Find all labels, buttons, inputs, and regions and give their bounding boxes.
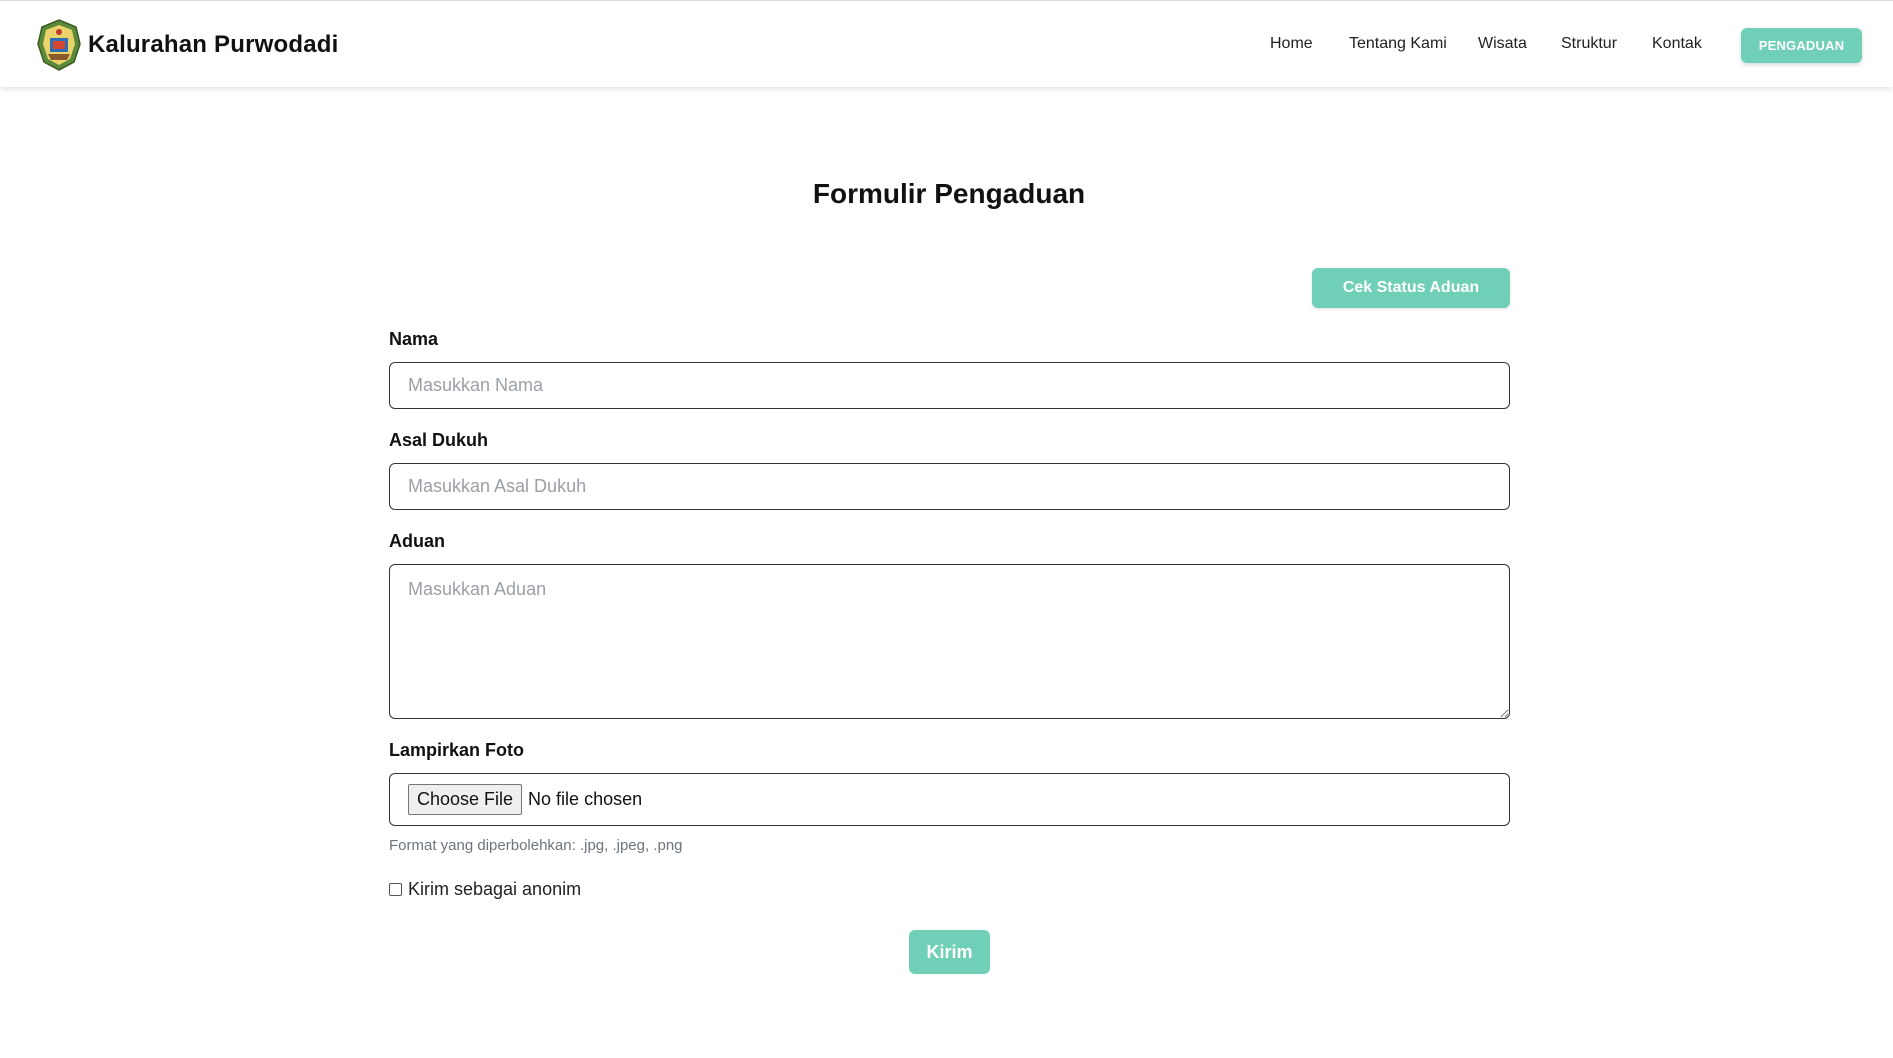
nama-input[interactable]: [389, 362, 1510, 409]
pengaduan-button[interactable]: PENGADUAN: [1741, 28, 1862, 63]
nama-label: Nama: [389, 329, 439, 349]
page-title: Formulir Pengaduan: [812, 178, 1086, 209]
choose-file-button[interactable]: Choose File: [408, 784, 523, 815]
navbar: Kalurahan Purwodadi Home Tentang Kami Wi…: [0, 0, 1893, 87]
file-format-help: Format yang diperbolehkan: .jpg, .jpeg, …: [389, 837, 683, 854]
aduan-label: Aduan: [389, 531, 445, 551]
brand-name: Kalurahan Purwodadi: [88, 31, 339, 58]
nav-tentang-kami[interactable]: Tentang Kami: [1349, 35, 1447, 53]
anonymous-option[interactable]: Kirim sebagai anonim: [389, 879, 581, 900]
nav-home[interactable]: Home: [1270, 35, 1313, 53]
nav-struktur[interactable]: Struktur: [1561, 35, 1617, 53]
nav-wisata[interactable]: Wisata: [1478, 35, 1527, 53]
file-input[interactable]: Choose File No file chosen: [389, 773, 1510, 826]
foto-label: Lampirkan Foto: [389, 740, 525, 760]
submit-button[interactable]: Kirim: [909, 930, 990, 974]
dukuh-label: Asal Dukuh: [389, 430, 489, 450]
aduan-textarea[interactable]: [389, 564, 1510, 719]
dukuh-input[interactable]: [389, 463, 1510, 510]
anonymous-checkbox[interactable]: [389, 883, 402, 896]
file-status: No file chosen: [528, 789, 643, 809]
check-status-button[interactable]: Cek Status Aduan: [1312, 268, 1510, 308]
village-emblem-icon: [37, 19, 81, 71]
nav-kontak[interactable]: Kontak: [1652, 35, 1702, 53]
anonymous-label[interactable]: Kirim sebagai anonim: [408, 879, 581, 900]
brand[interactable]: Kalurahan Purwodadi: [36, 18, 339, 72]
